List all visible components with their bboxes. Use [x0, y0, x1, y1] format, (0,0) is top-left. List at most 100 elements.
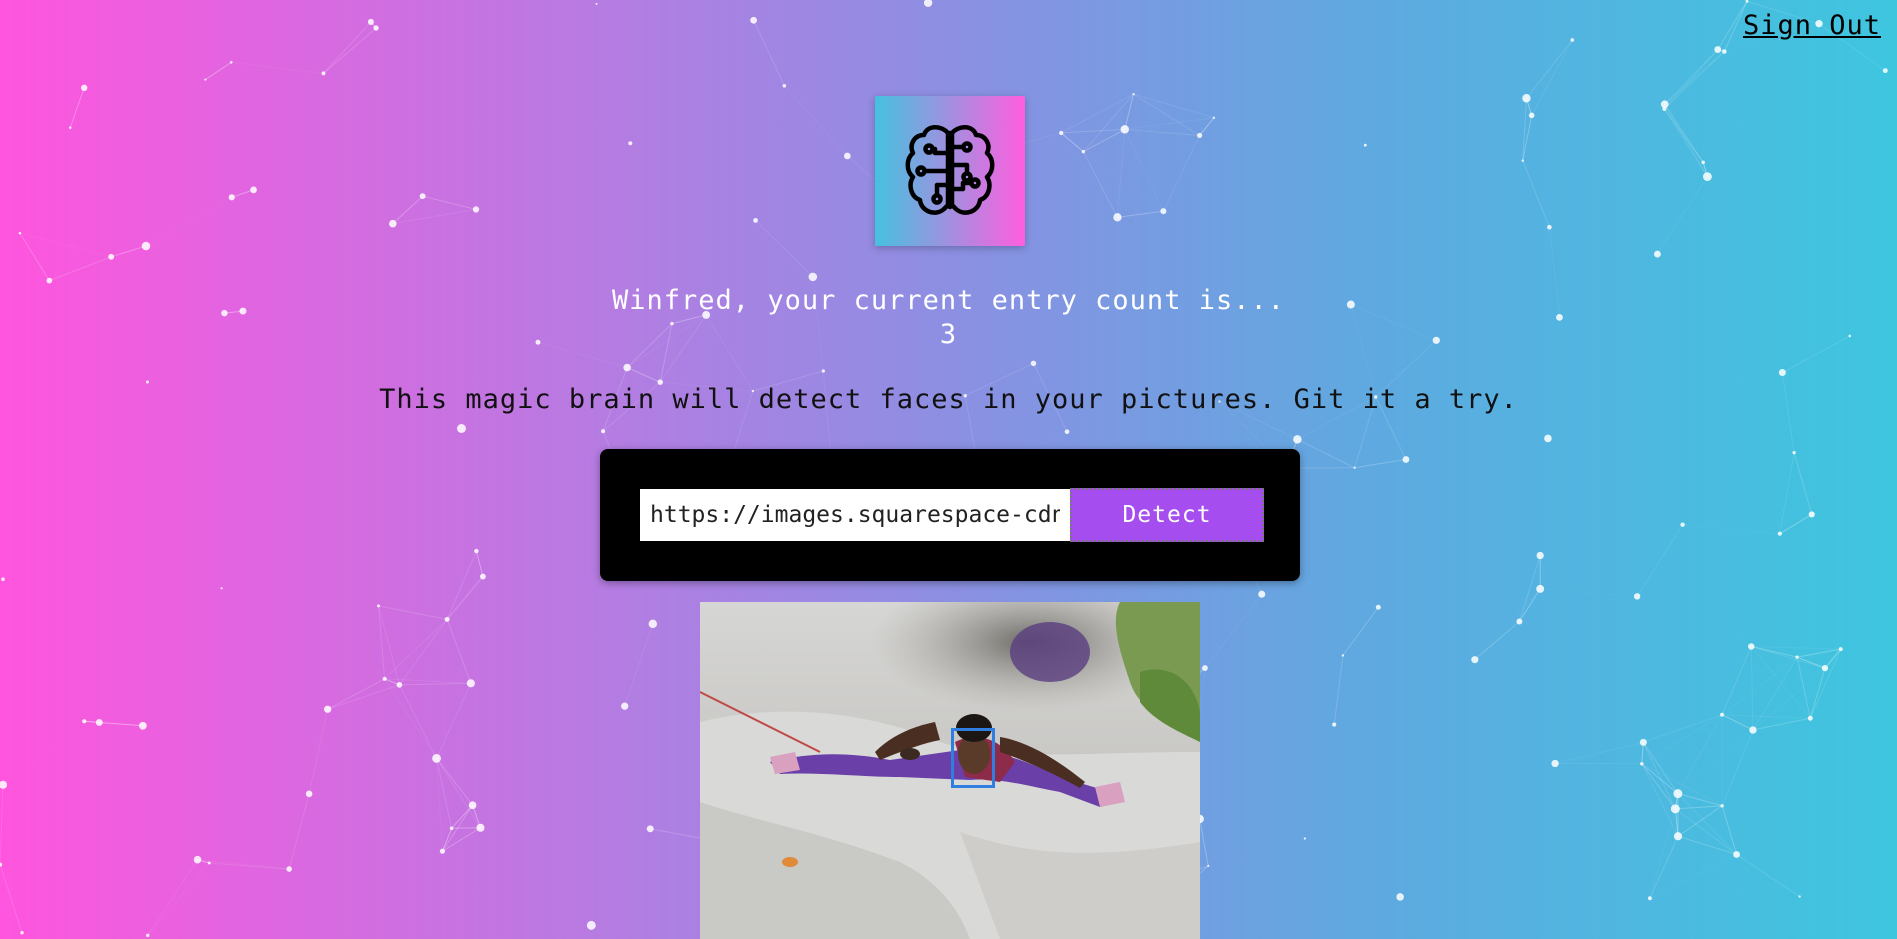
- particle-link: [1809, 667, 1826, 719]
- particle-link: [1475, 589, 1540, 660]
- particle-dot: [782, 83, 787, 88]
- detection-image: [700, 602, 1200, 939]
- particle-link: [1677, 714, 1723, 794]
- particle-link: [197, 859, 290, 870]
- particle-link: [1793, 452, 1813, 515]
- particle-dot: [1528, 112, 1535, 119]
- face-bounding-box: [951, 728, 995, 788]
- particle-link: [1809, 648, 1842, 719]
- particle-link: [1721, 729, 1754, 807]
- detect-button[interactable]: Detect: [1070, 488, 1264, 542]
- particle-link: [84, 720, 143, 727]
- particle-dot: [321, 71, 326, 76]
- particle-link: [1649, 836, 1679, 899]
- particle-link: [1342, 606, 1379, 656]
- particle-dot: [474, 548, 479, 554]
- particle-link: [1721, 656, 1798, 716]
- particle-link: [1636, 524, 1684, 597]
- particle-link: [1721, 646, 1752, 715]
- particle-link: [147, 859, 198, 936]
- particle-link: [446, 619, 472, 684]
- particle-link: [446, 576, 484, 620]
- particle-dot: [1363, 143, 1367, 147]
- particle-dot: [204, 78, 207, 81]
- sign-out-link[interactable]: Sign Out: [1743, 10, 1881, 41]
- particle-link: [399, 682, 471, 686]
- particle-dot: [1778, 369, 1786, 377]
- particle-link: [1117, 210, 1164, 218]
- particle-link: [446, 550, 477, 620]
- particle-link: [1751, 646, 1841, 650]
- particle-link: [1722, 714, 1811, 719]
- entry-count-message: Winfred, your current entry count is... …: [0, 284, 1897, 352]
- particle-link: [755, 220, 814, 278]
- particle-link: [1354, 459, 1407, 469]
- particle-link: [1752, 667, 1826, 731]
- particle-dot: [1132, 92, 1135, 96]
- particle-dot: [286, 866, 292, 872]
- particle-dot: [1670, 804, 1680, 814]
- particle-link: [3, 721, 84, 784]
- particle-dot: [138, 721, 147, 730]
- particle-link: [451, 827, 481, 829]
- particle-link: [19, 232, 112, 258]
- particle-dot: [623, 363, 631, 372]
- particle-link: [19, 232, 50, 281]
- particle-link: [384, 618, 448, 680]
- particle-dot: [821, 369, 825, 373]
- particle-link: [1522, 160, 1550, 228]
- image-url-input[interactable]: [640, 489, 1070, 541]
- particle-dot: [1030, 360, 1037, 367]
- particle-dot: [1521, 159, 1524, 162]
- particle-dot: [1795, 655, 1799, 659]
- particle-link: [1641, 763, 1676, 810]
- particle-link: [436, 683, 472, 759]
- particle-link: [626, 367, 661, 383]
- particle-link: [146, 197, 232, 246]
- particle-dot: [1332, 722, 1337, 727]
- particle-link: [327, 684, 400, 710]
- particle-link: [1124, 129, 1164, 212]
- particle-link: [1083, 128, 1125, 153]
- particle-link: [147, 862, 210, 936]
- particle-link: [1641, 763, 1723, 807]
- entry-count-value: 3: [939, 319, 958, 350]
- particle-link: [1262, 594, 1343, 655]
- particle-dot: [1714, 46, 1722, 53]
- particle-link: [288, 793, 310, 870]
- particle-dot: [1059, 130, 1064, 136]
- particle-dot: [456, 424, 466, 433]
- particle-link: [0, 784, 4, 865]
- particle-link: [1531, 39, 1573, 116]
- particle-dot: [1536, 551, 1544, 560]
- particle-dot: [1202, 665, 1208, 671]
- particle-dot: [145, 933, 150, 938]
- particle-dot: [46, 277, 53, 284]
- particle-dot: [1733, 851, 1740, 858]
- particle-link: [384, 678, 471, 684]
- particle-link: [1116, 129, 1126, 218]
- particle-dot: [1808, 511, 1815, 518]
- particle-dot: [1570, 38, 1575, 42]
- particle-dot: [1807, 715, 1813, 721]
- particle-dot: [1547, 224, 1552, 230]
- particle-link: [1641, 714, 1723, 765]
- particle-dot: [466, 679, 475, 688]
- particle-link: [1526, 39, 1573, 99]
- particle-dot: [1081, 149, 1086, 154]
- particle-dot: [396, 682, 403, 688]
- particle-dot: [1258, 590, 1266, 598]
- particle-dot: [476, 823, 485, 832]
- particle-dot: [382, 676, 387, 681]
- particle-dot: [141, 241, 151, 251]
- particle-dot: [1673, 789, 1683, 799]
- particle-dot: [449, 826, 454, 831]
- particle-dot: [439, 848, 446, 854]
- particle-link: [1649, 808, 1676, 899]
- particle-dot: [1196, 132, 1203, 139]
- particle-dot: [472, 206, 480, 213]
- particle-dot: [323, 705, 332, 713]
- particle-link: [753, 20, 785, 86]
- particle-link: [1664, 51, 1725, 110]
- particle-dot: [419, 193, 426, 200]
